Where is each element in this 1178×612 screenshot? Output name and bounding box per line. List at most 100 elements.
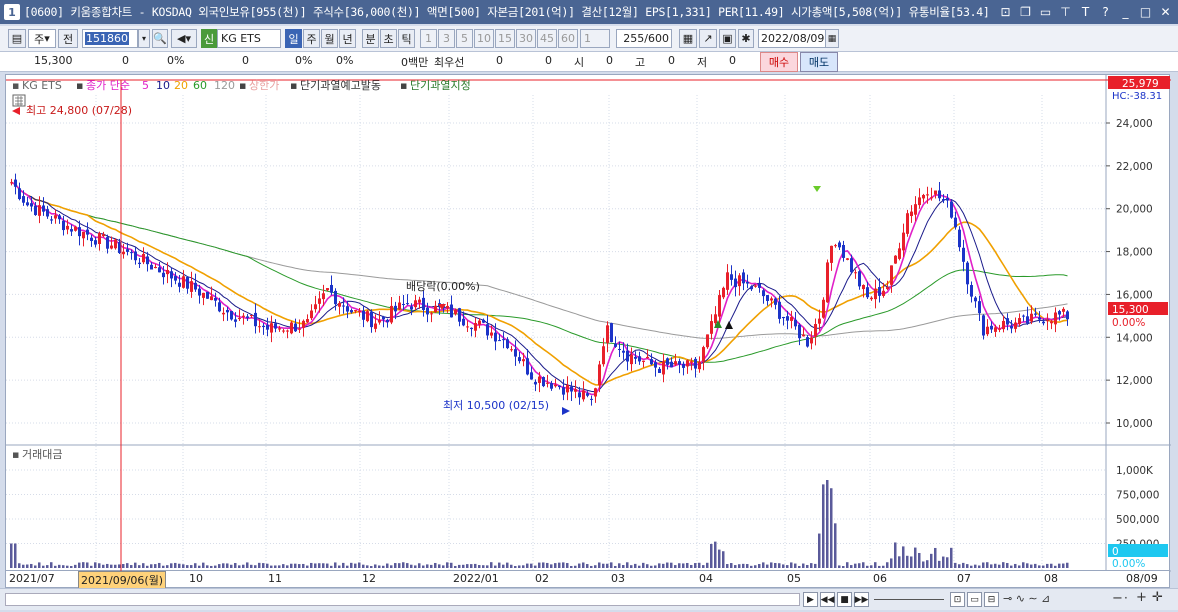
chart-canvas[interactable]: ▪ KG ETS ▪ 종가 단순 5 10 20 60 120 ▪ 상한가 ▪ … [6, 75, 1171, 572]
tool-icons[interactable]: ⊸ ∿ ∼ ⊿ [1003, 592, 1050, 605]
interval-5[interactable]: 5 [456, 29, 473, 48]
settings-gear-icon[interactable]: ✱ [738, 29, 754, 48]
stock-name-field[interactable]: KG ETS [217, 29, 281, 48]
indicator-icon[interactable]: ▦ [679, 29, 697, 48]
candle-body [234, 319, 237, 322]
tile-icon[interactable]: ▭ [1037, 3, 1054, 20]
interval-3[interactable]: 3 [438, 29, 455, 48]
interval-60[interactable]: 60 [558, 29, 578, 48]
stock-code-input[interactable]: 151860 [82, 29, 138, 48]
volume-bars [10, 480, 1069, 568]
crosshair-icon[interactable]: ✛ [1152, 590, 1163, 605]
volume-bar [22, 564, 25, 568]
window-icon[interactable]: ▭ [967, 592, 982, 607]
time-label: 06 [873, 572, 887, 585]
date-input[interactable]: 2022/08/09 [758, 29, 826, 48]
volume-bar [1010, 565, 1013, 568]
high-label: 고 [635, 56, 646, 69]
volume-bar [878, 565, 881, 568]
candle-body [370, 311, 373, 328]
volume-bar [554, 563, 557, 568]
interval-30[interactable]: 30 [516, 29, 536, 48]
candle-body [194, 282, 197, 290]
period-week-tab[interactable]: 주 [303, 29, 320, 48]
candle-body [246, 316, 249, 318]
help-icon[interactable]: ? [1097, 3, 1114, 20]
maximize-button[interactable]: □ [1137, 3, 1154, 20]
zoom-slider[interactable] [874, 594, 944, 605]
candle-body [14, 179, 17, 187]
font-icon[interactable]: T [1077, 3, 1094, 20]
interval-45[interactable]: 45 [537, 29, 557, 48]
minimize-button[interactable]: _ [1117, 3, 1134, 20]
buy-button[interactable]: 매수 [760, 52, 798, 72]
save-icon[interactable]: ▣ [719, 29, 736, 48]
data-count-field[interactable]: 255/600 [616, 29, 672, 48]
prev-button[interactable]: 전 [58, 29, 78, 48]
scroll-start-button[interactable]: ◀◀ [820, 592, 835, 607]
candle-body [222, 312, 225, 315]
candle-body [662, 361, 665, 375]
volume-bar [914, 547, 917, 568]
candle-body [38, 205, 41, 216]
interval-15[interactable]: 15 [495, 29, 515, 48]
sell-button[interactable]: 매도 [800, 52, 838, 72]
volume-bar [90, 565, 93, 568]
volume-bar [662, 563, 665, 568]
code-dropdown-icon[interactable]: ▾ [138, 29, 150, 48]
scroll-right-button[interactable]: ▶ [803, 592, 818, 607]
zoom-out-icon[interactable]: − [1112, 591, 1123, 606]
chart-scrollbar[interactable] [5, 593, 800, 606]
candle-body [978, 301, 981, 314]
period-year-tab[interactable]: 년 [339, 29, 356, 48]
volume-bar [394, 563, 397, 568]
close-button[interactable]: ✕ [1157, 3, 1174, 20]
chart-area[interactable]: ▪ KG ETS ▪ 종가 단순 5 10 20 60 120 ▪ 상한가 ▪ … [5, 74, 1171, 572]
candle-body [922, 194, 925, 199]
candle-body [418, 299, 421, 303]
volume-bar [386, 563, 389, 568]
candle-body [434, 305, 437, 313]
calendar-icon[interactable]: ▦ [825, 29, 839, 48]
volume-bar [66, 565, 69, 568]
volume-bar [550, 564, 553, 568]
period-select[interactable]: 주 ▾ [28, 29, 56, 48]
candle-body [182, 276, 185, 288]
volume-bar [470, 564, 473, 568]
low-value: 0 [729, 54, 736, 67]
period-month-tab[interactable]: 월 [321, 29, 338, 48]
time-label: 10 [189, 572, 203, 585]
volume-bar [658, 563, 661, 568]
search-icon[interactable]: 🔍 [152, 29, 168, 48]
volume-bar [102, 564, 105, 568]
scroll-end-button[interactable]: ▶▶ [854, 592, 869, 607]
speaker-icon[interactable]: ◀▾ [171, 29, 197, 48]
interval-custom-input[interactable]: 1 [580, 29, 610, 48]
period-day-tab[interactable]: 일 [285, 29, 302, 48]
stop-button[interactable]: ■ [837, 592, 852, 607]
volume-bar [754, 565, 757, 568]
volume-bar [430, 564, 433, 568]
period-second-tab[interactable]: 초 [380, 29, 397, 48]
volume-bar [746, 564, 749, 568]
restore-icon[interactable]: ❐ [1017, 3, 1034, 20]
candle-body [830, 245, 833, 263]
interval-1[interactable]: 1 [420, 29, 437, 48]
zoom-in-icon[interactable]: + [1136, 590, 1147, 605]
interval-10[interactable]: 10 [474, 29, 494, 48]
layout-icon[interactable]: ⊡ [950, 592, 965, 607]
chart-menu-icon[interactable]: ▤ [8, 29, 26, 48]
draw-tool-icon[interactable]: ↗ [699, 29, 717, 48]
volume-bar [650, 565, 653, 568]
volume-bar [482, 565, 485, 568]
period-tick-tab[interactable]: 틱 [398, 29, 415, 48]
candle-body [974, 297, 977, 302]
volume-bar [790, 562, 793, 568]
step-icon[interactable]: · [1124, 591, 1128, 605]
candle-body [302, 320, 305, 328]
link-icon[interactable]: ⊡ [997, 3, 1014, 20]
split-icon[interactable]: ⊟ [984, 592, 999, 607]
candle-body [366, 311, 369, 322]
pin-icon[interactable]: ⊤ [1057, 3, 1074, 20]
period-minute-tab[interactable]: 분 [362, 29, 379, 48]
